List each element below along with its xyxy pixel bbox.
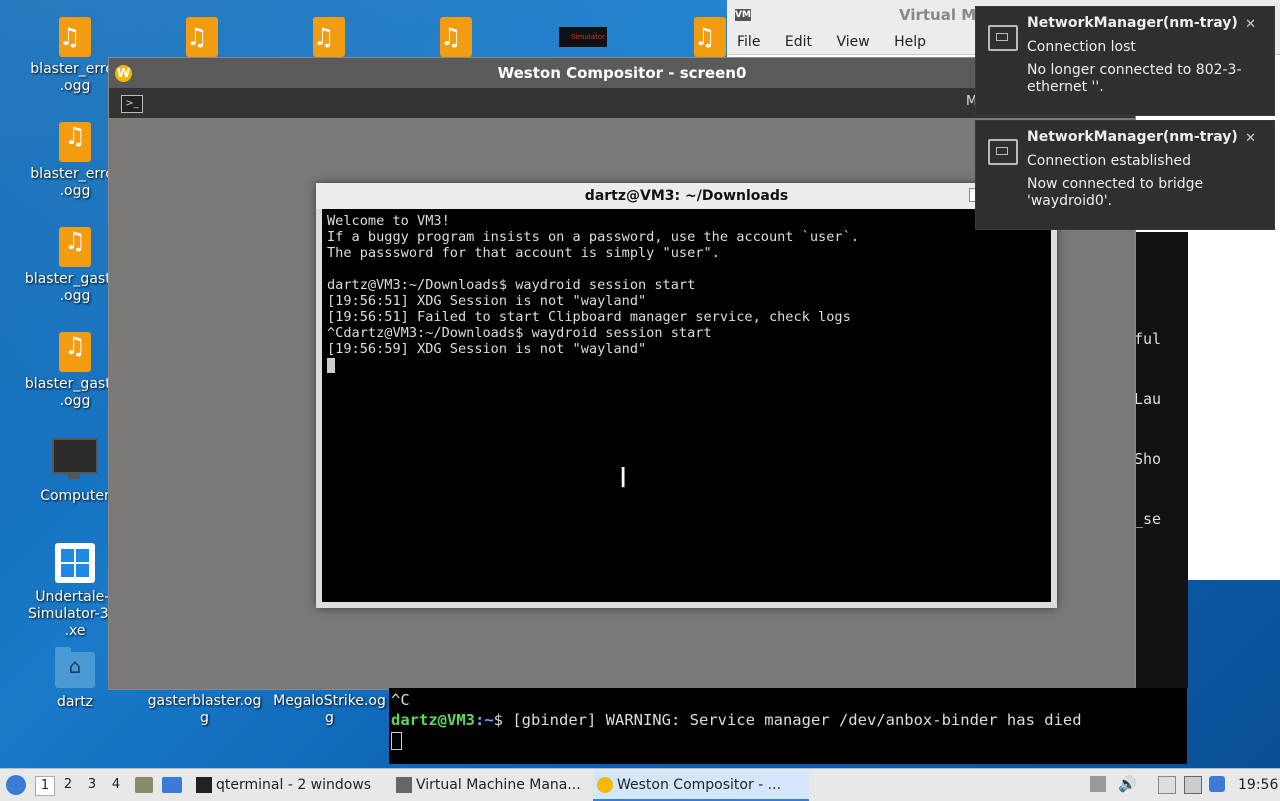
terminal-line: [19:56:51] XDG Session is not "wayland" xyxy=(327,293,647,309)
notification-title: NetworkManager(nm-tray) xyxy=(1027,129,1238,145)
workspace-1[interactable]: 1 xyxy=(35,776,55,796)
task-label: Weston Compositor - ... xyxy=(617,777,782,793)
network-tray-icon[interactable] xyxy=(1184,776,1202,794)
clipboard-icon[interactable] xyxy=(1158,776,1176,794)
menu-file[interactable]: File xyxy=(737,34,760,50)
desktop-icon-megalostrike[interactable]: MegaloStrike.og g xyxy=(272,693,387,727)
notification-connection-lost[interactable]: NetworkManager(nm-tray) Connection lost … xyxy=(975,6,1275,116)
music-file-icon xyxy=(59,122,91,162)
notification-body: Now connected to bridge 'waydroid0'. xyxy=(1027,176,1204,209)
menu-view[interactable]: View xyxy=(836,34,869,50)
music-file-icon xyxy=(59,227,91,267)
terminal-icon xyxy=(196,777,212,793)
workspace-4[interactable]: 4 xyxy=(107,776,125,794)
terminal-line: ^C xyxy=(391,691,410,709)
terminal-line: $ [gbinder] WARNING: Service manager /de… xyxy=(493,711,1082,729)
tray-arrow-icon[interactable] xyxy=(1090,776,1106,792)
terminal-line: [19:56:59] XDG Session is not "wayland" xyxy=(327,341,647,357)
inner-terminal-output[interactable]: Welcome to VM3! If a buggy program insist… xyxy=(322,209,1051,602)
menu-help[interactable]: Help xyxy=(894,34,926,50)
task-qterminal[interactable]: qterminal - 2 windows xyxy=(192,771,406,799)
notification-summary: Connection lost xyxy=(1027,39,1136,55)
weston-icon xyxy=(597,777,613,793)
show-desktop-icon[interactable] xyxy=(162,777,182,793)
music-file-icon[interactable] xyxy=(59,17,91,61)
start-menu-button[interactable] xyxy=(6,775,26,795)
music-file-icon[interactable] xyxy=(186,17,218,61)
terminal-cursor xyxy=(391,731,402,750)
prompt-path: :~ xyxy=(475,711,494,729)
music-file-icon[interactable] xyxy=(694,17,726,61)
terminal-line: ^Cdartz@VM3:~/Downloads$ waydroid sessio… xyxy=(327,325,712,341)
notification-connection-established[interactable]: NetworkManager(nm-tray) Connection estab… xyxy=(975,120,1275,230)
weston-logo-icon: W xyxy=(115,65,132,82)
notification-title: NetworkManager(nm-tray) xyxy=(1027,15,1238,31)
notification-body: No longer connected to 802-3-ethernet ''… xyxy=(1027,62,1242,95)
task-weston[interactable]: Weston Compositor - ... xyxy=(593,771,809,801)
desktop-icon-gasterblaster[interactable]: gasterblaster.og g xyxy=(147,693,262,727)
desktop-icon-label: dartz xyxy=(56,694,94,710)
text-fragment: ful xyxy=(1134,330,1162,348)
inner-terminal-window[interactable]: dartz@VM3: ~/Downloads Welcome to VM3! If… xyxy=(316,183,1057,608)
qterminal-output[interactable]: ^C dartz@VM3:~$ [gbinder] WARNING: Servic… xyxy=(389,688,1187,764)
terminal-cursor xyxy=(327,357,335,373)
thumbnail-label: Simulator xyxy=(571,33,605,41)
workspace-3[interactable]: 3 xyxy=(83,776,101,794)
terminal-line: The passsword for that account is simply… xyxy=(327,245,720,261)
task-virtual-machine-manager[interactable]: Virtual Machine Mana... xyxy=(392,771,616,799)
vmm-content-area xyxy=(1188,232,1278,580)
desktop-icon-label: Computer xyxy=(40,488,110,504)
text-fragment: Sho xyxy=(1134,450,1162,468)
vmm-logo-icon: VM xyxy=(735,9,751,21)
text-fragment: _se xyxy=(1134,510,1162,528)
game-thumbnail-icon[interactable]: Simulator xyxy=(559,27,607,47)
vmm-title: Virtual M xyxy=(899,6,977,24)
vmm-icon xyxy=(396,777,412,793)
desktop-icon-label: blaster_error .ogg xyxy=(30,61,120,94)
file-manager-icon[interactable] xyxy=(135,777,153,793)
notification-tray-icon[interactable] xyxy=(1209,776,1225,792)
desktop-icon-label: gasterblaster.og g xyxy=(147,693,262,726)
network-icon xyxy=(988,139,1018,165)
home-folder-icon xyxy=(55,647,95,688)
music-file-icon[interactable] xyxy=(313,17,345,61)
workspace-2[interactable]: 2 xyxy=(59,776,77,794)
weston-title: Weston Compositor - screen0 xyxy=(497,64,747,82)
menu-edit[interactable]: Edit xyxy=(785,34,812,50)
windows-exe-icon xyxy=(55,543,95,583)
desktop-icon-label: blaster_error .ogg xyxy=(30,166,120,199)
volume-icon[interactable]: 🔊 xyxy=(1118,776,1137,792)
music-file-icon xyxy=(59,332,91,372)
taskbar-clock[interactable]: 19:56 xyxy=(1238,769,1278,801)
inner-terminal-title[interactable]: dartz@VM3: ~/Downloads xyxy=(316,183,1057,209)
network-icon xyxy=(988,25,1018,51)
terminal-launcher-icon[interactable]: >_ xyxy=(121,95,143,113)
notification-summary: Connection established xyxy=(1027,153,1191,169)
taskbar: 1 2 3 4 qterminal - 2 windows Virtual Ma… xyxy=(0,768,1280,801)
terminal-line: Welcome to VM3! xyxy=(327,213,450,229)
task-label: Virtual Machine Mana... xyxy=(416,777,581,793)
desktop-icon-label: MegaloStrike.og g xyxy=(273,693,386,726)
background-terminal-strip: ful Lau Sho _se xyxy=(1134,232,1188,688)
text-cursor-icon: I xyxy=(619,461,628,494)
prompt-user: dartz@VM3 xyxy=(391,711,475,729)
close-icon[interactable]: ✕ xyxy=(1245,131,1256,146)
task-label: qterminal - 2 windows xyxy=(216,777,372,793)
close-icon[interactable]: ✕ xyxy=(1245,17,1256,32)
text-fragment: Lau xyxy=(1134,390,1162,408)
terminal-line: dartz@VM3:~/Downloads$ waydroid session … xyxy=(327,277,696,293)
music-file-icon[interactable] xyxy=(440,17,472,61)
computer-icon xyxy=(52,438,98,479)
terminal-line: If a buggy program insists on a password… xyxy=(327,229,859,245)
terminal-line: [19:56:51] Failed to start Clipboard man… xyxy=(327,309,851,325)
